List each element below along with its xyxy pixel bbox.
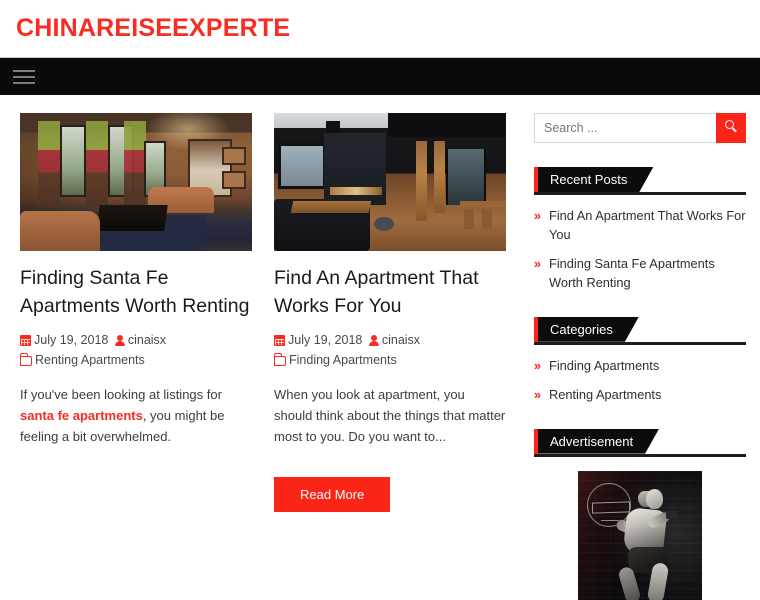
decor bbox=[330, 187, 382, 195]
post-title[interactable]: Finding Santa Fe Apartments Worth Rentin… bbox=[20, 265, 252, 320]
decor bbox=[416, 141, 427, 221]
hamburger-line bbox=[13, 81, 35, 84]
post-author-text: cinaisx bbox=[127, 333, 167, 348]
widget-accent-bar bbox=[534, 167, 538, 192]
decor bbox=[446, 149, 486, 205]
widget-recent-posts: Recent Posts Find An Apartment That Work… bbox=[534, 167, 746, 293]
post-date-text: July 19, 2018 bbox=[288, 333, 363, 348]
search-input[interactable] bbox=[534, 113, 716, 143]
widget-divider bbox=[534, 453, 746, 457]
post-meta: July 19, 2018 cinaisx Finding Apartments bbox=[274, 331, 506, 370]
post-list: Finding Santa Fe Apartments Worth Rentin… bbox=[20, 113, 516, 600]
site-header: CHINAREISEEXPERTE bbox=[0, 0, 760, 57]
post-date: July 19, 2018 bbox=[274, 333, 362, 347]
post-thumbnail[interactable] bbox=[274, 113, 506, 251]
site-title[interactable]: CHINAREISEEXPERTE bbox=[16, 16, 290, 41]
widget-title: Recent Posts bbox=[538, 167, 653, 192]
folder-icon bbox=[20, 352, 32, 366]
post-title[interactable]: Find An Apartment That Works For You bbox=[274, 265, 506, 320]
decor bbox=[388, 113, 506, 137]
post-excerpt: If you've been looking at listings for s… bbox=[20, 384, 252, 447]
widget-header: Advertisement bbox=[534, 428, 746, 454]
list-item[interactable]: Finding Santa Fe Apartments Worth Rentin… bbox=[534, 255, 746, 293]
decor bbox=[374, 217, 394, 231]
categories-list: Finding Apartments Renting Apartments bbox=[534, 357, 746, 405]
post-category-text: Finding Apartments bbox=[289, 352, 397, 367]
post-date: July 19, 2018 bbox=[20, 333, 108, 347]
post-excerpt: When you look at apartment, you should t… bbox=[274, 387, 506, 445]
advertisement-banner[interactable] bbox=[578, 470, 702, 600]
main-navbar bbox=[0, 57, 760, 95]
list-item[interactable]: Renting Apartments bbox=[534, 386, 746, 405]
hamburger-line bbox=[13, 75, 35, 78]
excerpt-text-before: If you've been looking at listings for bbox=[20, 387, 222, 403]
decor bbox=[124, 121, 146, 207]
post-author[interactable]: cinaisx bbox=[368, 333, 421, 348]
read-more-button[interactable]: Read More bbox=[274, 477, 391, 513]
search-widget bbox=[534, 113, 746, 143]
excerpt-inline-link[interactable]: santa fe apartments bbox=[20, 408, 143, 423]
post-thumbnail[interactable] bbox=[20, 113, 252, 251]
decor bbox=[666, 510, 677, 519]
hamburger-line bbox=[13, 69, 35, 72]
post-category[interactable]: Finding Apartments bbox=[274, 352, 397, 367]
post-card: Find An Apartment That Works For You Jul… bbox=[274, 113, 506, 600]
post-meta: July 19, 2018 cinaisx Renting Apartments bbox=[20, 331, 252, 370]
user-icon bbox=[368, 335, 379, 347]
decor bbox=[60, 125, 86, 197]
post-author[interactable]: cinaisx bbox=[114, 333, 167, 348]
decor bbox=[96, 205, 168, 231]
recent-posts-list: Find An Apartment That Works For You Fin… bbox=[534, 207, 746, 293]
decor bbox=[222, 147, 246, 165]
decor bbox=[86, 121, 108, 207]
post-date-text: July 19, 2018 bbox=[34, 333, 109, 348]
sidebar: Recent Posts Find An Apartment That Work… bbox=[534, 113, 746, 600]
decor bbox=[222, 171, 246, 189]
user-icon bbox=[114, 335, 125, 347]
post-category[interactable]: Renting Apartments bbox=[20, 352, 145, 367]
widget-header: Recent Posts bbox=[534, 167, 746, 192]
widget-divider bbox=[534, 341, 746, 345]
widget-title: Categories bbox=[538, 317, 639, 342]
hamburger-icon[interactable] bbox=[13, 69, 35, 84]
widget-divider bbox=[534, 192, 746, 195]
decor bbox=[278, 143, 326, 189]
post-card: Finding Santa Fe Apartments Worth Rentin… bbox=[20, 113, 252, 600]
decor bbox=[38, 121, 60, 207]
post-author-text: cinaisx bbox=[381, 333, 421, 348]
page-body: Finding Santa Fe Apartments Worth Rentin… bbox=[0, 95, 760, 600]
widget-header: Categories bbox=[534, 316, 746, 342]
decor bbox=[482, 209, 492, 229]
widget-accent-bar bbox=[534, 316, 538, 342]
search-icon bbox=[725, 120, 734, 129]
widget-categories: Categories Finding Apartments Renting Ap… bbox=[534, 316, 746, 405]
widget-accent-bar bbox=[534, 428, 538, 454]
decor bbox=[464, 209, 474, 229]
decor bbox=[290, 201, 372, 213]
widget-advertisement: Advertisement bbox=[534, 428, 746, 600]
post-category-text: Renting Apartments bbox=[35, 352, 145, 367]
widget-title: Advertisement bbox=[538, 429, 659, 454]
calendar-icon bbox=[274, 335, 285, 347]
decor bbox=[460, 201, 506, 207]
decor bbox=[20, 211, 100, 251]
list-item[interactable]: Finding Apartments bbox=[534, 357, 746, 376]
folder-icon bbox=[274, 352, 286, 366]
decor bbox=[646, 488, 663, 509]
calendar-icon bbox=[20, 335, 31, 347]
list-item[interactable]: Find An Apartment That Works For You bbox=[534, 207, 746, 245]
decor bbox=[434, 141, 445, 213]
search-button[interactable] bbox=[716, 113, 746, 143]
advertisement-wrap bbox=[534, 470, 746, 600]
